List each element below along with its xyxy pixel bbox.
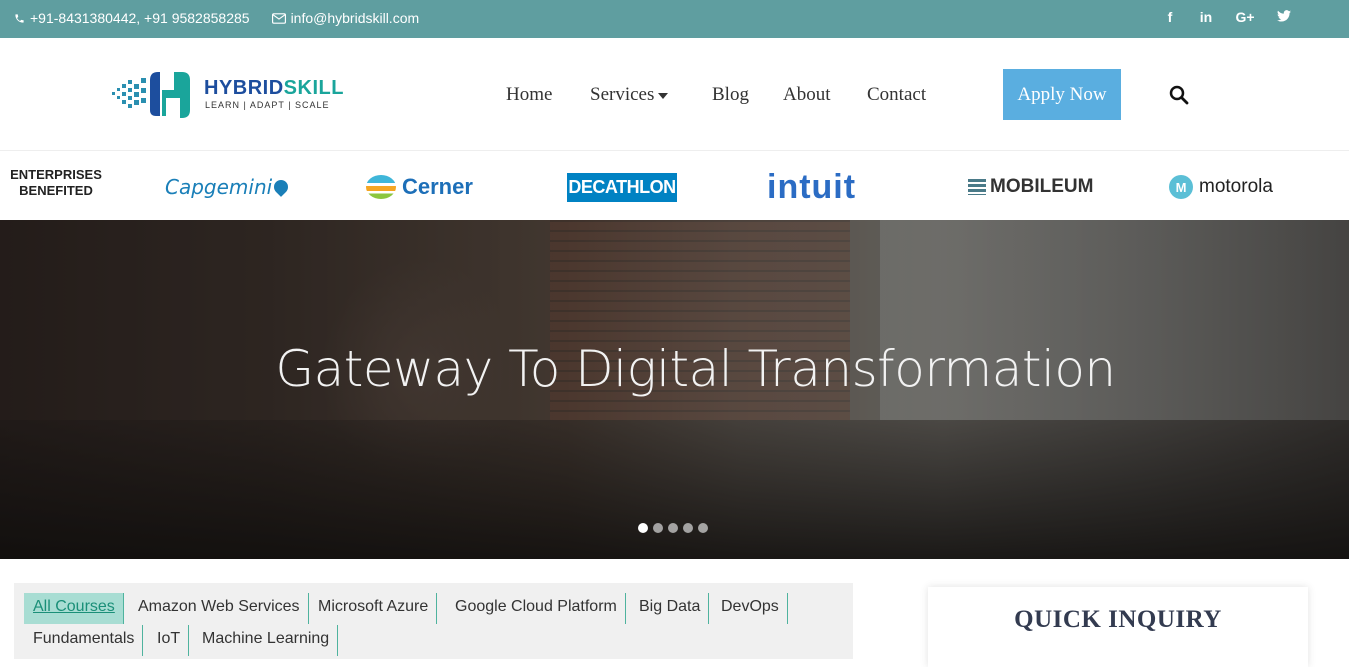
envelope-icon <box>271 12 286 24</box>
enterprises-label-line1: ENTERPRISES <box>10 167 102 182</box>
tab-fundamentals[interactable]: Fundamentals <box>24 625 144 656</box>
cerner-logo: Cerner <box>366 169 473 205</box>
tab-all-courses[interactable]: All Courses <box>24 593 124 624</box>
phone-icon <box>15 13 24 23</box>
email-contact[interactable]: info@hybridskill.com <box>271 10 420 26</box>
apply-now-button[interactable]: Apply Now <box>1003 69 1121 120</box>
intuit-logo: intuit <box>767 167 857 206</box>
hybridskill-logo[interactable]: HYBRIDSKILL LEARN | ADAPT | SCALE <box>110 70 350 120</box>
tab-google-cloud-platform[interactable]: Google Cloud Platform <box>446 593 626 624</box>
nav-services-label: Services <box>590 84 655 105</box>
google-plus-icon[interactable]: G+ <box>1235 9 1255 25</box>
search-icon[interactable] <box>1169 85 1189 105</box>
decathlon-logo: DECATHLON <box>567 173 677 202</box>
mobileum-logo: MOBILEUM <box>968 169 1093 205</box>
logo-mark-icon <box>112 72 190 118</box>
tab-iot[interactable]: IoT <box>148 625 190 656</box>
cerner-text: Cerner <box>402 174 473 199</box>
contact-info: +91-8431380442, +91 9582858285 info@hybr… <box>14 10 419 26</box>
linkedin-icon[interactable]: in <box>1199 9 1213 25</box>
carousel-dot-4[interactable] <box>683 523 693 533</box>
nav-about[interactable]: About <box>783 84 843 106</box>
brand-part-hybrid: HYBRID <box>204 77 284 99</box>
tab-devops[interactable]: DevOps <box>712 593 788 624</box>
mobileum-mark-icon <box>968 179 986 195</box>
capgemini-logo: Capgemini <box>165 169 292 205</box>
nav-blog[interactable]: Blog <box>712 84 762 106</box>
enterprises-label: ENTERPRISES BENEFITED <box>8 167 104 199</box>
phone-text: +91-8431380442, +91 9582858285 <box>30 10 250 26</box>
top-contact-bar: +91-8431380442, +91 9582858285 info@hybr… <box>0 0 1349 38</box>
nav-home[interactable]: Home <box>506 84 566 106</box>
brand-part-skill: SKILL <box>283 77 344 99</box>
nav-services[interactable]: Services <box>590 84 690 106</box>
chevron-down-icon <box>658 92 669 99</box>
capgemini-text: Capgemini <box>165 175 273 199</box>
carousel-dot-5[interactable] <box>698 523 708 533</box>
tab-machine-learning[interactable]: Machine Learning <box>193 625 339 656</box>
carousel-indicators <box>638 523 708 533</box>
mobileum-text: MOBILEUM <box>990 176 1094 197</box>
quick-inquiry-title: QUICK INQUIRY <box>1014 606 1222 633</box>
phone-contact[interactable]: +91-8431380442, +91 9582858285 <box>14 10 250 26</box>
motorola-m-icon: M <box>1169 175 1193 199</box>
tab-microsoft-azure[interactable]: Microsoft Azure <box>309 593 438 624</box>
quick-inquiry-panel: QUICK INQUIRY <box>928 587 1308 667</box>
twitter-icon[interactable] <box>1277 9 1291 25</box>
brand-tagline: LEARN | ADAPT | SCALE <box>205 100 330 110</box>
carousel-dot-3[interactable] <box>668 523 678 533</box>
motorola-text: motorola <box>1199 176 1273 197</box>
nav-contact[interactable]: Contact <box>867 84 947 106</box>
hero-carousel: Gateway To Digital Transformation <box>0 220 1349 559</box>
tab-amazon-web-services[interactable]: Amazon Web Services <box>129 593 309 624</box>
tab-big-data[interactable]: Big Data <box>630 593 710 624</box>
site-header: HYBRIDSKILL LEARN | ADAPT | SCALE Home S… <box>0 38 1349 150</box>
enterprises-label-line2: BENEFITED <box>19 183 93 198</box>
hero-title: Gateway To Digital Transformation <box>275 340 1116 398</box>
brand-name: HYBRIDSKILL <box>204 77 344 100</box>
course-filter-tabs: All Courses Amazon Web Services Microsof… <box>14 583 853 659</box>
motorola-logo: M motorola <box>1169 169 1273 205</box>
cerner-mark-icon <box>366 175 396 199</box>
social-links: f in G+ <box>1163 9 1291 25</box>
spade-icon <box>271 177 292 197</box>
facebook-icon[interactable]: f <box>1163 9 1177 25</box>
carousel-dot-2[interactable] <box>653 523 663 533</box>
enterprises-strip: ENTERPRISES BENEFITED Capgemini Cerner D… <box>0 150 1349 220</box>
email-text: info@hybridskill.com <box>290 10 420 26</box>
carousel-dot-1[interactable] <box>638 523 648 533</box>
